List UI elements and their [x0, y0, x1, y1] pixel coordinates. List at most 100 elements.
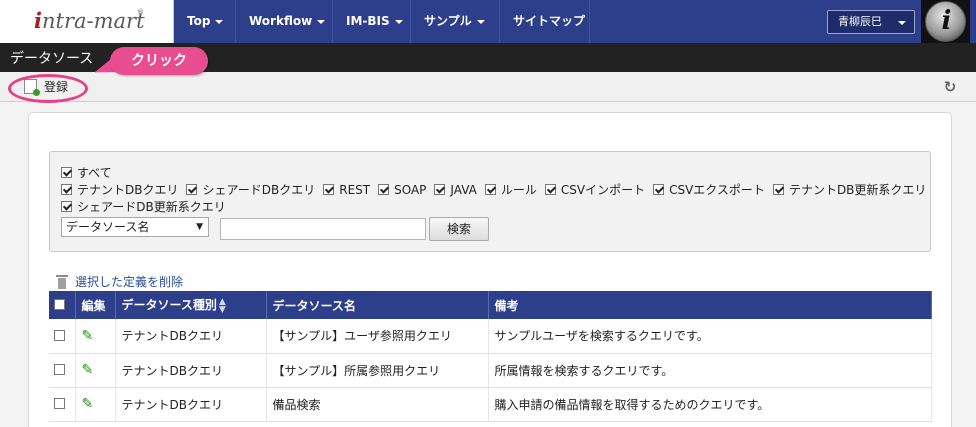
- column-header-type-label: データソース種別: [121, 298, 217, 313]
- row-checkbox[interactable]: [53, 329, 65, 341]
- click-callout: クリック: [110, 47, 208, 75]
- search-field-select[interactable]: データソース名 ▼: [61, 217, 209, 237]
- checkbox-csv-export[interactable]: CSVエクスポート: [653, 181, 765, 198]
- nav-sample-label: サンプル: [424, 14, 472, 28]
- search-input[interactable]: [220, 218, 426, 240]
- nav-im-bis-label: IM-BIS: [346, 14, 390, 28]
- row-checkbox[interactable]: [53, 398, 65, 409]
- click-highlight-ring: [8, 74, 88, 103]
- checkbox-row-types: テナントDBクエリ シェアードDBクエリ REST SOAP JAVA ルール CSVインポ…: [61, 181, 934, 198]
- checkbox-label: すべて: [77, 166, 112, 180]
- checkbox[interactable]: [653, 184, 665, 195]
- checkbox[interactable]: [61, 167, 72, 178]
- nav-sitemap-label: サイトマップ: [513, 14, 586, 28]
- type-cell: テナントDBクエリ: [115, 353, 267, 388]
- pencil-icon[interactable]: ✎: [82, 328, 94, 344]
- name-cell: 備品検索: [266, 387, 489, 422]
- row-select-cell: [49, 319, 76, 354]
- nav-workflow-label: Workflow: [249, 14, 313, 28]
- checkbox-tenant-db-query[interactable]: テナントDBクエリ: [61, 181, 178, 198]
- trash-icon: [56, 275, 68, 289]
- nav-top-label: Top: [187, 14, 211, 28]
- checkbox-label: テナントDB更新系クエリ: [788, 183, 927, 197]
- checkbox[interactable]: [323, 184, 335, 195]
- sort-icon[interactable]: ▲ ▼: [219, 297, 226, 314]
- note-cell: 購入申請の備品情報を取得するためのクエリです。: [488, 387, 932, 422]
- checkbox-all[interactable]: すべて: [61, 164, 112, 181]
- checkbox[interactable]: [434, 184, 446, 195]
- logo-text: intra-mart: [34, 8, 145, 33]
- checkbox-label: JAVA: [450, 183, 477, 197]
- checkbox-label: テナントDBクエリ: [77, 183, 179, 197]
- checkbox-shared-db-query[interactable]: シェアードDBクエリ: [186, 181, 315, 198]
- row-select-cell: [49, 353, 76, 388]
- nav-sample[interactable]: サンプル: [411, 0, 500, 43]
- checkbox[interactable]: [61, 184, 72, 195]
- checkbox-label: シェアードDB更新系クエリ: [77, 200, 226, 214]
- delete-selected-label: 選択した定義を削除: [75, 275, 184, 289]
- select-all-header[interactable]: [49, 291, 76, 319]
- checkbox-row-last: シェアードDB更新系クエリ: [61, 198, 234, 215]
- table-row: ✎ テナントDBクエリ 備品検索 購入申請の備品情報を取得するためのクエリです。: [49, 387, 932, 422]
- nav-sitemap[interactable]: サイトマップ: [500, 0, 590, 43]
- checkbox-label: SOAP: [394, 183, 427, 197]
- checkbox[interactable]: [186, 184, 198, 195]
- select-all-checkbox[interactable]: [53, 299, 65, 310]
- type-cell: テナントDBクエリ: [115, 319, 267, 354]
- edit-cell: ✎: [75, 319, 116, 354]
- row-checkbox[interactable]: [53, 364, 65, 375]
- nav-top[interactable]: Top: [174, 0, 236, 43]
- toolbar: 登録 ↻: [0, 72, 976, 102]
- logo-registered-mark: ®: [137, 8, 144, 16]
- name-cell: 【サンプル】所属参照用クエリ: [266, 353, 489, 388]
- select-value: データソース名: [66, 220, 150, 234]
- checkbox-label: シェアードDBクエリ: [202, 183, 316, 197]
- checkbox-soap[interactable]: SOAP: [378, 183, 426, 197]
- checkbox-shared-db-update-query[interactable]: シェアードDB更新系クエリ: [61, 198, 226, 215]
- checkbox-rule[interactable]: ルール: [484, 181, 537, 198]
- column-header-name: データソース名: [266, 291, 489, 319]
- delete-selected-link[interactable]: 選択した定義を削除: [56, 274, 183, 290]
- table-row: ✎ テナントDBクエリ 【サンプル】ユーザ参照用クエリ サンプルユーザを検索する…: [49, 319, 932, 354]
- checkbox-label: CSVインポート: [560, 183, 646, 197]
- checkbox[interactable]: [544, 184, 556, 195]
- name-cell: 【サンプル】ユーザ参照用クエリ: [266, 319, 489, 354]
- chevron-down-icon: [476, 19, 485, 24]
- nav-workflow[interactable]: Workflow: [236, 0, 333, 43]
- checkbox-row-all: すべて: [61, 164, 120, 181]
- row-select-cell: [49, 387, 76, 422]
- column-header-note: 備考: [488, 291, 932, 319]
- avatar-letter: i: [941, 6, 952, 36]
- checkbox-label: CSVエクスポート: [669, 183, 765, 197]
- checkbox[interactable]: [484, 184, 496, 195]
- search-button[interactable]: 検索: [429, 217, 489, 241]
- pencil-icon[interactable]: ✎: [82, 396, 94, 412]
- chevron-down-icon: [317, 19, 326, 24]
- user-menu-dropdown[interactable]: 青柳辰巳: [827, 10, 915, 34]
- table-header-row: 編集 データソース種別 ▲ ▼ データソース名 備考: [49, 291, 932, 319]
- checkbox[interactable]: [772, 184, 784, 195]
- checkbox-tenant-db-update-query[interactable]: テナントDB更新系クエリ: [772, 181, 927, 198]
- note-cell: サンプルユーザを検索するクエリです。: [488, 319, 932, 354]
- avatar[interactable]: i: [921, 0, 970, 43]
- user-name: 青柳辰巳: [838, 15, 882, 28]
- table-row: ✎ テナントDBクエリ 【サンプル】所属参照用クエリ 所属情報を検索するクエリで…: [49, 353, 932, 388]
- note-cell: 所属情報を検索するクエリです。: [488, 353, 932, 388]
- checkbox-java[interactable]: JAVA: [434, 183, 477, 197]
- checkbox[interactable]: [61, 201, 72, 212]
- checkbox-rest[interactable]: REST: [323, 183, 370, 197]
- checkbox-label: ルール: [500, 183, 537, 197]
- type-cell: テナントDBクエリ: [115, 387, 267, 422]
- column-header-type[interactable]: データソース種別 ▲ ▼: [115, 291, 267, 319]
- nav-im-bis[interactable]: IM-BIS: [333, 0, 411, 43]
- checkbox[interactable]: [378, 184, 390, 195]
- refresh-icon[interactable]: ↻: [942, 79, 958, 95]
- checkbox-csv-import[interactable]: CSVインポート: [544, 181, 646, 198]
- page-title: データソース: [10, 51, 94, 67]
- pencil-icon[interactable]: ✎: [82, 362, 94, 378]
- edit-cell: ✎: [75, 387, 116, 422]
- dropdown-arrow-icon: ▼: [196, 222, 203, 232]
- intra-mart-logo[interactable]: intra-mart ®: [0, 0, 174, 43]
- column-header-edit: 編集: [75, 291, 116, 319]
- chevron-down-icon: [898, 21, 906, 25]
